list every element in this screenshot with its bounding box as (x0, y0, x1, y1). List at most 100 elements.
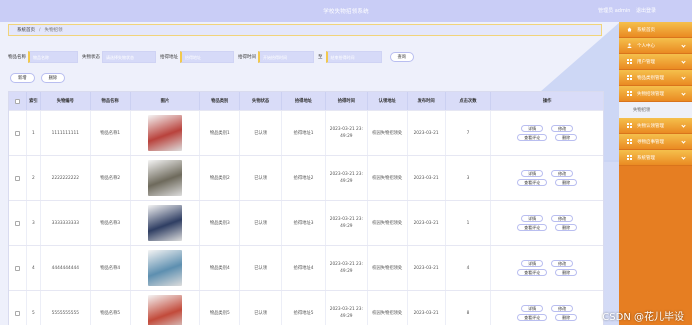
row-delete-button[interactable]: 删除 (555, 269, 578, 276)
chevron-down-icon (681, 75, 686, 80)
edit-button[interactable]: 修改 (551, 170, 574, 177)
edit-button[interactable]: 修改 (551, 260, 574, 267)
status-select[interactable]: 请选择失物状态 (102, 51, 156, 63)
app-title: 学校失物招领系统 (323, 9, 369, 15)
image-cell (131, 201, 201, 245)
item-thumbnail (147, 115, 182, 151)
detail-button[interactable]: 详情 (521, 260, 544, 267)
sidebar-item-label: 用户管理 (637, 59, 655, 65)
row-checkbox[interactable] (14, 175, 20, 181)
sidebar-item[interactable]: 用户管理 (619, 54, 692, 70)
column-header: 发布时间 (408, 92, 446, 110)
breadcrumb-current: 失物招领 (44, 28, 63, 33)
status-cell: 已认领 (240, 111, 283, 155)
row-operations: 详情 修改 查看评论 删除 (517, 305, 578, 321)
select-all-header (9, 92, 27, 110)
column-header: 物品类别 (200, 92, 241, 110)
row-checkbox[interactable] (14, 265, 20, 271)
item-thumbnail (147, 295, 182, 325)
category-cell: 物品类别2 (200, 156, 241, 200)
edit-button[interactable]: 修改 (551, 125, 574, 132)
claim-place-cell: 校园失物招领处 (368, 201, 408, 245)
grid-icon (627, 59, 632, 64)
edit-button[interactable]: 修改 (551, 305, 574, 312)
view-comments-button[interactable]: 查看评论 (517, 314, 548, 321)
sidebar-subitem-lost-found[interactable]: 失物招领 (619, 102, 692, 118)
place-input[interactable]: 拾得地址 (180, 51, 234, 63)
view-comments-button[interactable]: 查看评论 (517, 269, 548, 276)
found-clock: 49:29 (340, 179, 353, 184)
code-cell: 4444444444 (41, 246, 91, 290)
publish-time-cell: 2023-03-21 (408, 156, 446, 200)
home-icon (627, 27, 632, 32)
select-all-checkbox[interactable] (14, 98, 20, 104)
table-row: 3 3333333333 物品名称3 物品类别3 已认领 拾得地址3 2023-03-21 … (9, 200, 603, 245)
add-button[interactable]: 新增 (10, 73, 35, 83)
sidebar-item[interactable]: 物品类别管理 (619, 70, 692, 86)
image-cell (131, 156, 201, 200)
sidebar-item[interactable]: 寻物启事管理 (619, 134, 692, 150)
breadcrumb-separator: / (39, 27, 41, 33)
place-cell: 拾得地址5 (282, 291, 326, 325)
publish-time-cell: 2023-03-21 (408, 111, 446, 155)
view-comments-button[interactable]: 查看评论 (517, 179, 548, 186)
detail-button[interactable]: 详情 (521, 170, 544, 177)
claim-place-cell: 校园失物招领处 (368, 246, 408, 290)
found-date: 2023-03-21 23: (329, 217, 363, 222)
index-cell: 4 (27, 246, 41, 290)
chevron-down-icon (681, 123, 686, 128)
sidebar-item-label: 寻物启事管理 (637, 139, 664, 145)
row-delete-button[interactable]: 删除 (555, 179, 578, 186)
place-label: 拾得地址 (160, 55, 178, 60)
view-comments-button[interactable]: 查看评论 (517, 134, 548, 141)
top-bar: 学校失物招领系统 管理员 admin 退出登录 (0, 0, 692, 22)
sidebar-item[interactable]: 失物招领管理 (619, 86, 692, 102)
sidebar-item[interactable]: 失物认领管理 (619, 118, 692, 134)
item-thumbnail (147, 250, 182, 286)
row-operations: 详情 修改 查看评论 删除 (517, 215, 578, 231)
clicks-cell: 4 (446, 246, 492, 290)
column-header: 索引 (27, 92, 41, 110)
detail-button[interactable]: 详情 (521, 305, 544, 312)
detail-button[interactable]: 详情 (521, 215, 544, 222)
sidebar-item[interactable]: 系统管理 (619, 150, 692, 166)
time-start-input[interactable]: 开始拾得时间 (258, 51, 314, 63)
category-cell: 物品类别3 (200, 201, 241, 245)
row-delete-button[interactable]: 删除 (555, 134, 578, 141)
chevron-down-icon (681, 59, 686, 64)
code-cell: 3333333333 (41, 201, 91, 245)
breadcrumb-home[interactable]: 系统首页 (17, 27, 35, 33)
status-cell: 已认领 (240, 156, 283, 200)
detail-button[interactable]: 详情 (521, 125, 544, 132)
row-checkbox[interactable] (14, 310, 20, 316)
view-comments-button[interactable]: 查看评论 (517, 224, 548, 231)
logout-link[interactable]: 退出登录 (636, 8, 656, 14)
action-bar: 新增 删除 (10, 73, 66, 83)
item-name-input[interactable]: 物品名称 (28, 51, 78, 63)
time-end-input[interactable]: 结束拾得时间 (325, 51, 382, 63)
row-delete-button[interactable]: 删除 (555, 224, 578, 231)
row-checkbox[interactable] (14, 220, 20, 226)
row-operations: 详情 修改 查看评论 删除 (517, 260, 578, 276)
operations-cell: 详情 修改 查看评论 删除 (491, 111, 603, 155)
table-row: 4 4444444444 物品名称4 物品类别4 已认领 拾得地址4 2023-03-21 … (9, 245, 603, 290)
row-delete-button[interactable]: 删除 (555, 314, 578, 321)
status-cell: 已认领 (240, 201, 283, 245)
row-operations: 详情 修改 查看评论 删除 (517, 170, 578, 186)
index-cell: 5 (27, 291, 41, 325)
delete-button[interactable]: 删除 (40, 73, 66, 83)
index-cell: 1 (27, 111, 41, 155)
found-date: 2023-03-21 23: (329, 262, 363, 267)
found-time-cell: 2023-03-21 23: 49:29 (326, 201, 368, 245)
found-clock: 49:29 (340, 314, 353, 319)
row-select-cell (9, 111, 27, 155)
status-label: 失物状态 (82, 55, 100, 60)
row-checkbox[interactable] (14, 130, 20, 136)
edit-button[interactable]: 修改 (551, 215, 574, 222)
name-cell: 物品名称1 (91, 111, 131, 155)
query-button[interactable]: 查询 (389, 52, 415, 62)
column-header: 认领地址 (368, 92, 408, 110)
sidebar-item[interactable]: 系统首页 (619, 22, 692, 38)
column-header: 图片 (131, 92, 201, 110)
sidebar-item[interactable]: 个人中心 (619, 38, 692, 54)
